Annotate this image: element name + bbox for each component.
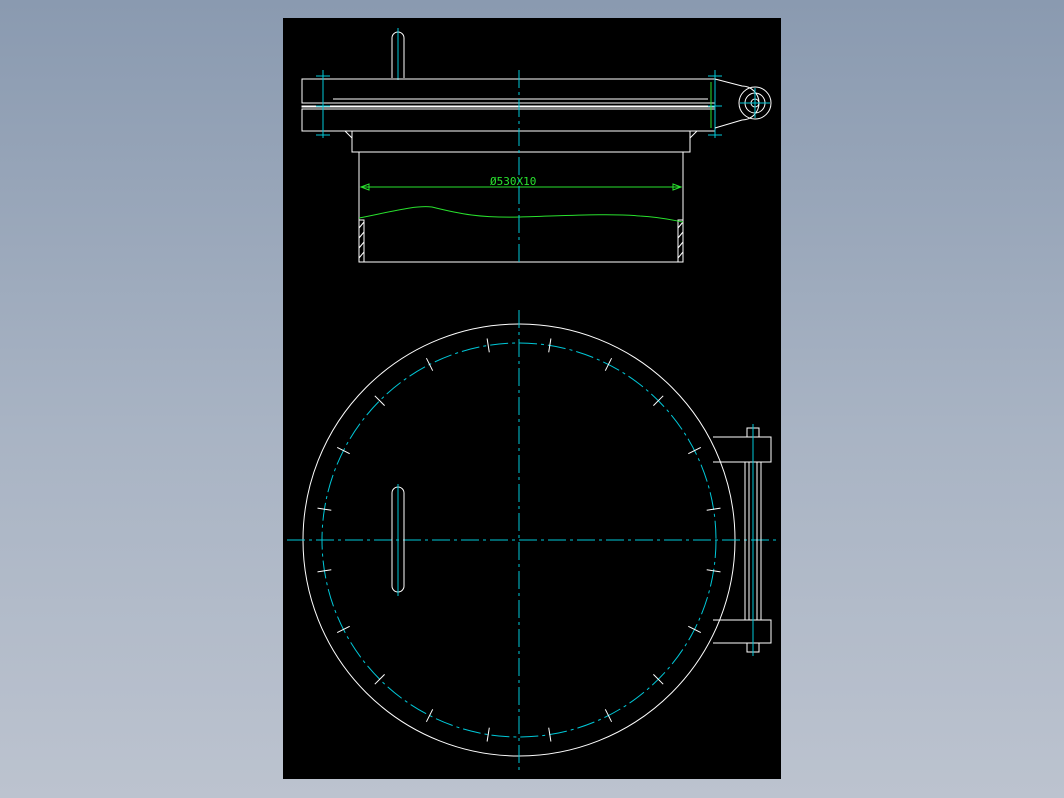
hinge-arm-bottom bbox=[713, 619, 772, 644]
bolt-mark bbox=[425, 357, 434, 371]
break-line bbox=[358, 206, 684, 223]
bolt-mark bbox=[604, 709, 613, 723]
dimension-label: Ø530X10 bbox=[490, 175, 536, 188]
cad-viewport[interactable]: Ø530X10 bbox=[283, 18, 781, 779]
side-view: Ø530X10 bbox=[301, 28, 772, 266]
bolt-mark bbox=[688, 446, 702, 455]
hinge-arm-top bbox=[713, 436, 772, 463]
bolt-mark bbox=[425, 709, 434, 723]
bolt-mark bbox=[688, 625, 702, 634]
flange-neck bbox=[351, 131, 691, 153]
bolt-mark bbox=[604, 357, 613, 371]
bolt-mark bbox=[486, 338, 490, 353]
cad-drawing: Ø530X10 bbox=[287, 28, 778, 772]
bolt-mark bbox=[336, 625, 350, 634]
lower-flange bbox=[301, 108, 716, 132]
bolt-mark bbox=[336, 446, 350, 455]
plan-view bbox=[287, 310, 778, 772]
nozzle-shell bbox=[358, 151, 684, 263]
